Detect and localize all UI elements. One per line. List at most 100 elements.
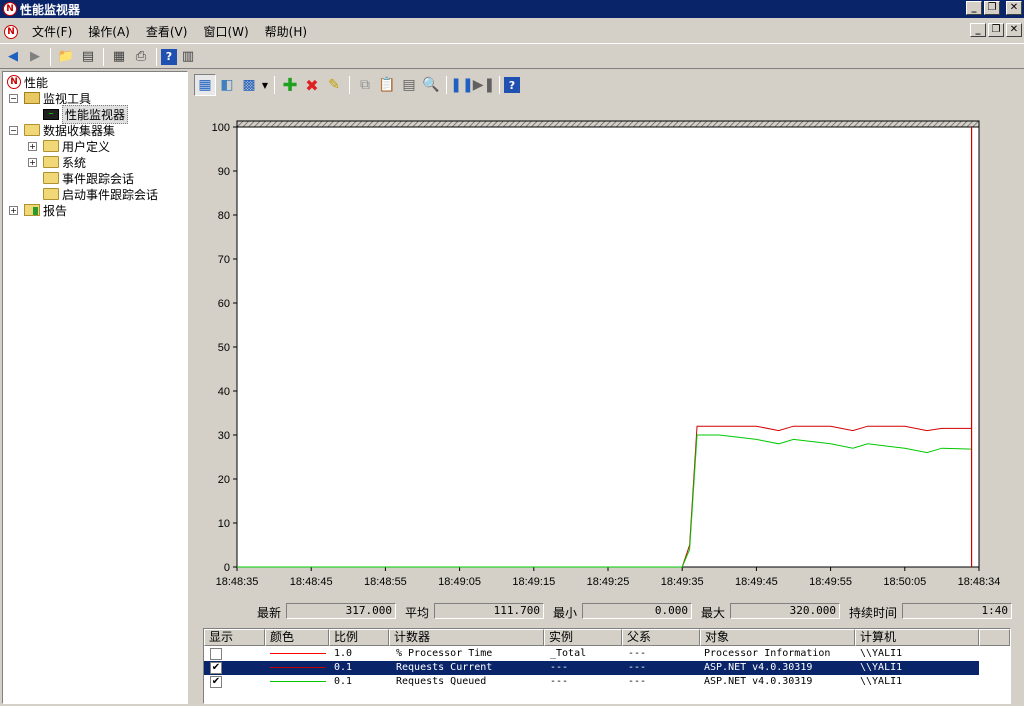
properties-icon[interactable]: ▥	[177, 46, 199, 68]
table-row[interactable]: 1.0 % Processor Time _Total --- Processo…	[204, 647, 979, 661]
mdi-close-button[interactable]: ✕	[1006, 23, 1022, 37]
delete-counter-icon[interactable]: ✖	[301, 74, 323, 96]
counter-cell: % Processor Time	[396, 648, 493, 659]
show-checkbox[interactable]	[210, 648, 222, 660]
tree-label: 数据收集器集	[43, 123, 116, 138]
monitor-icon: ~	[43, 108, 59, 120]
expand-icon[interactable]: +	[9, 205, 18, 215]
duration-label: 持续时间	[849, 606, 898, 620]
menu-file[interactable]: 文件(F)	[24, 22, 80, 42]
perfmon-app-icon: N	[3, 2, 17, 16]
computer-cell: \\YALI1	[860, 648, 903, 659]
system-folder-icon	[43, 156, 59, 168]
performance-line-chart[interactable]: 0 10 20 30 40 50 60 70 80 90 100 18:48:35 18:48:45 18…	[192, 115, 1022, 595]
object-cell: ASP.NET v4.0.30319	[704, 676, 813, 687]
y-tick-label: 50	[218, 342, 230, 354]
menu-view[interactable]: 查看(V)	[138, 22, 196, 42]
export-list-icon[interactable]: ▦	[108, 46, 130, 68]
menu-bar: N 文件(F) 操作(A) 查看(V) 窗口(W) 帮助(H) _ ❐ ✕	[0, 20, 1024, 44]
show-checkbox[interactable]: ✔	[210, 662, 222, 674]
collapse-icon[interactable]: −	[9, 125, 18, 135]
view-graph-icon[interactable]: ▦	[194, 74, 216, 96]
x-tick-label: 18:49:15	[512, 576, 555, 588]
paste-counter-list-icon[interactable]: 📋	[376, 74, 398, 96]
back-icon[interactable]: ◀	[2, 46, 24, 68]
x-tick-label: 18:49:25	[587, 576, 630, 588]
view-current-activity-icon[interactable]: ◧	[216, 74, 238, 96]
column-color[interactable]: 颜色	[265, 629, 329, 646]
column-counter[interactable]: 计数器	[389, 629, 544, 646]
expand-icon[interactable]: +	[28, 141, 37, 151]
tree-item-startup-event-trace[interactable]: 启动事件跟踪会话	[43, 186, 158, 202]
mdi-minimize-button[interactable]: _	[970, 23, 986, 37]
highlight-icon[interactable]: ✎	[323, 74, 345, 96]
menu-help[interactable]: 帮助(H)	[257, 22, 315, 42]
plot-background	[236, 126, 980, 568]
system-menu-icon[interactable]: N	[4, 24, 18, 39]
toolbar-separator	[446, 76, 447, 94]
statistics-bar: 最新 317.000 平均 111.700 最小 0.000 最大 320.00…	[192, 600, 1022, 622]
instance-cell: ---	[550, 662, 569, 673]
tree-item-event-trace[interactable]: 事件跟踪会话	[43, 170, 134, 186]
toolbar-separator	[274, 76, 275, 94]
minimize-button[interactable]: _	[966, 1, 982, 15]
up-folder-icon[interactable]: 📁	[55, 46, 77, 68]
menu-window[interactable]: 窗口(W)	[195, 22, 256, 42]
toolbar-separator	[349, 76, 350, 94]
x-tick-label: 18:48:55	[364, 576, 407, 588]
column-instance[interactable]: 实例	[544, 629, 622, 646]
x-tick-label: 18:48:34	[958, 576, 1001, 588]
copy-properties-icon[interactable]: ⧉	[354, 74, 376, 96]
show-checkbox[interactable]: ✔	[210, 676, 222, 688]
column-filler	[979, 629, 1010, 646]
menu-action[interactable]: 操作(A)	[80, 22, 138, 42]
expand-icon[interactable]: +	[28, 157, 37, 167]
latest-label: 最新	[257, 606, 282, 620]
event-trace-icon	[43, 172, 59, 184]
window-controls: _ ❐ ✕	[966, 1, 1022, 15]
tree-label: 启动事件跟踪会话	[62, 187, 159, 202]
help-icon[interactable]: ?	[504, 77, 520, 93]
column-scale[interactable]: 比例	[329, 629, 389, 646]
add-counter-icon[interactable]: ✚	[279, 74, 301, 96]
dropdown-arrow-icon[interactable]: ▼	[260, 74, 270, 96]
average-label: 平均	[405, 606, 430, 620]
collapse-icon[interactable]: −	[9, 93, 18, 103]
close-button[interactable]: ✕	[1006, 1, 1022, 15]
update-data-icon[interactable]: ▶❚	[473, 74, 496, 96]
tree-item-reports[interactable]: + 报告	[9, 202, 67, 218]
tree-item-performance-monitor[interactable]: ~ 性能监视器	[43, 104, 129, 124]
folder-icon	[24, 124, 40, 136]
properties-icon[interactable]: ▤	[398, 74, 420, 96]
column-show[interactable]: 显示	[204, 629, 265, 646]
forward-icon[interactable]: ▶	[24, 46, 46, 68]
y-tick-label: 90	[218, 166, 230, 178]
tree-label: 系统	[62, 155, 87, 170]
table-row[interactable]: ✔ 0.1 Requests Current --- --- ASP.NET v…	[204, 661, 979, 675]
parent-cell: ---	[628, 662, 647, 673]
x-tick-label: 18:50:05	[883, 576, 926, 588]
tree-item-user-defined[interactable]: + 用户定义	[28, 138, 110, 154]
parent-cell: ---	[628, 648, 647, 659]
title-bar: N 性能监视器 _ ❐ ✕	[0, 0, 1024, 18]
help-icon[interactable]: ?	[161, 48, 177, 65]
toolbar-separator	[499, 76, 500, 94]
tree-item-system[interactable]: + 系统	[28, 154, 86, 170]
column-computer[interactable]: 计算机	[855, 629, 979, 646]
column-parent[interactable]: 父系	[622, 629, 700, 646]
change-graph-type-icon[interactable]: ▩	[238, 74, 260, 96]
legend-header: 显示 颜色 比例 计数器 实例 父系 对象 计算机	[204, 629, 1010, 646]
mdi-restore-button[interactable]: ❐	[988, 23, 1004, 37]
restore-button[interactable]: ❐	[984, 1, 1000, 15]
freeze-display-icon[interactable]: ❚❚	[450, 74, 473, 96]
tree-item-performance[interactable]: N 性能	[7, 74, 48, 90]
tree-item-data-collector-sets[interactable]: − 数据收集器集	[9, 122, 115, 138]
table-row[interactable]: ✔ 0.1 Requests Queued --- --- ASP.NET v4…	[204, 675, 979, 689]
print-icon[interactable]: ⎙	[130, 46, 152, 68]
show-hide-tree-icon[interactable]: ▤	[77, 46, 99, 68]
zoom-icon[interactable]: 🔍	[420, 74, 442, 96]
object-cell: Processor Information	[704, 648, 831, 659]
x-tick-label: 18:49:05	[438, 576, 481, 588]
column-object[interactable]: 对象	[700, 629, 855, 646]
computer-cell: \\YALI1	[860, 676, 903, 687]
